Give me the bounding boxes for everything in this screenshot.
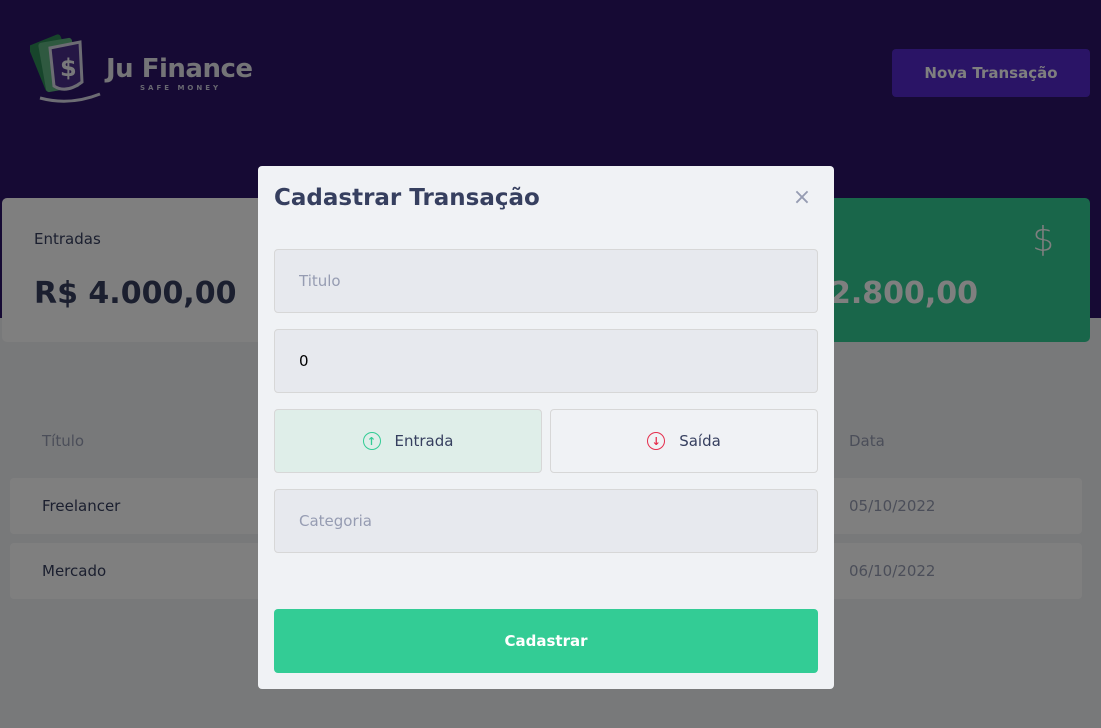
saida-label: Saída — [679, 432, 721, 450]
arrow-down-circle-icon: ↓ — [647, 432, 666, 450]
submit-button[interactable]: Cadastrar — [274, 609, 818, 673]
saida-type-button[interactable]: ↓ Saída — [550, 409, 818, 473]
categoria-input[interactable] — [274, 489, 818, 553]
transaction-modal: Cadastrar Transação × ↑ Entrada ↓ Saída … — [258, 166, 834, 689]
valor-input[interactable] — [274, 329, 818, 393]
arrow-up-circle-icon: ↑ — [362, 432, 381, 450]
entrada-type-button[interactable]: ↑ Entrada — [274, 409, 542, 473]
close-icon[interactable]: × — [792, 187, 812, 209]
titulo-input[interactable] — [274, 249, 818, 313]
entrada-label: Entrada — [394, 432, 454, 450]
modal-title: Cadastrar Transação — [274, 185, 540, 211]
